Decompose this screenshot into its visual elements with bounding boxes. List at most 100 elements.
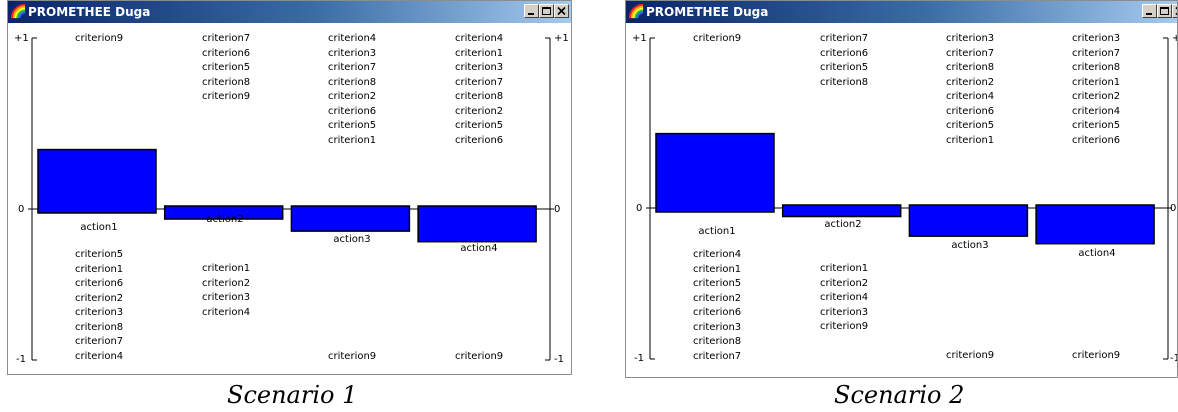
action-label: action4 xyxy=(1078,248,1116,259)
criterion-label: criterion1 xyxy=(946,134,995,146)
chart-area: +1 0 -1 +1 0 -1 criterion9 criterion7 cr… xyxy=(626,23,1177,377)
bottom-criteria-action3: criterion9 xyxy=(328,350,376,365)
axis-label-minus1-left: -1 xyxy=(16,354,26,365)
criterion-label: criterion9 xyxy=(328,351,377,362)
criterion-label: criterion6 xyxy=(202,47,251,59)
criterion-label: criterion6 xyxy=(75,278,124,289)
criterion-label: criterion8 xyxy=(328,76,377,88)
criterion-label: criterion3 xyxy=(75,307,124,318)
bar-action3 xyxy=(290,205,411,232)
criterion-label: criterion9 xyxy=(946,350,995,361)
criterion-label: criterion5 xyxy=(202,62,251,73)
criterion-label: criterion7 xyxy=(455,76,504,88)
bar-action4 xyxy=(1035,204,1155,245)
criterion-label: criterion1 xyxy=(202,263,251,274)
criterion-label: criterion9 xyxy=(693,33,742,44)
criterion-label: criterion5 xyxy=(820,62,869,73)
close-icon xyxy=(1175,6,1177,16)
criterion-label: criterion2 xyxy=(1072,91,1121,102)
close-button[interactable] xyxy=(554,4,569,18)
bottom-criteria-action4: criterion9 xyxy=(1072,349,1120,364)
maximize-button[interactable] xyxy=(1157,4,1172,18)
criterion-label: criterion6 xyxy=(946,105,995,117)
criterion-label: criterion7 xyxy=(693,350,742,362)
top-criteria-action3: criterion3 criterion7 criterion8 criteri… xyxy=(946,32,994,148)
action-label: action2 xyxy=(206,214,244,225)
title-bar[interactable]: PROMETHEE Duga xyxy=(8,1,571,23)
criterion-label: criterion7 xyxy=(1072,47,1121,59)
criterion-label: criterion7 xyxy=(75,336,124,347)
maximize-icon xyxy=(542,7,551,15)
caption-scenario-2: Scenario 2 xyxy=(834,381,965,409)
criterion-label: criterion7 xyxy=(946,47,995,59)
bottom-criteria-action4: criterion9 xyxy=(455,350,503,365)
action-label: action3 xyxy=(333,234,371,245)
criterion-label: criterion8 xyxy=(946,62,995,73)
criterion-label: criterion5 xyxy=(693,278,742,289)
minimize-button[interactable] xyxy=(524,4,539,18)
criterion-label: criterion8 xyxy=(455,91,504,102)
window-scenario-2: PROMETHEE Duga +1 0 -1 +1 0 -1 criterion… xyxy=(625,0,1178,378)
criterion-label: criterion4 xyxy=(75,350,124,362)
top-criteria-action4: criterion4 criterion1 criterion3 criteri… xyxy=(455,32,503,148)
title-bar[interactable]: PROMETHEE Duga xyxy=(626,1,1177,23)
bottom-criteria-action2: criterion1 criterion2 criterion3 criteri… xyxy=(202,262,250,320)
criterion-label: criterion6 xyxy=(1072,134,1121,146)
axis-label-zero-left: 0 xyxy=(636,203,643,214)
caption-scenario-1: Scenario 1 xyxy=(227,381,358,409)
minimize-icon xyxy=(1146,13,1152,15)
maximize-icon xyxy=(1160,7,1169,15)
criterion-label: criterion6 xyxy=(328,105,377,117)
criterion-label: criterion6 xyxy=(455,134,504,146)
criterion-label: criterion5 xyxy=(75,249,124,260)
top-criteria-action4: criterion3 criterion7 criterion8 criteri… xyxy=(1072,32,1120,148)
chart-area: +1 0 -1 +1 0 -1 criterion9 criterion7 cr… xyxy=(8,23,571,374)
criterion-label: criterion7 xyxy=(328,62,377,73)
criterion-label: criterion7 xyxy=(820,33,869,44)
criterion-label: criterion9 xyxy=(1072,350,1121,361)
criterion-label: criterion3 xyxy=(820,306,869,318)
criterion-label: criterion8 xyxy=(202,76,251,88)
criterion-label: criterion4 xyxy=(1072,105,1121,117)
criterion-label: criterion3 xyxy=(328,47,377,59)
criterion-label: criterion8 xyxy=(820,76,869,88)
axis-label-plus1-right: +1 xyxy=(1172,33,1177,45)
criterion-label: criterion4 xyxy=(202,306,251,318)
axis-label-zero-left: 0 xyxy=(18,204,25,215)
window-title: PROMETHEE Duga xyxy=(28,5,151,19)
top-criteria-action2: criterion7 criterion6 criterion5 criteri… xyxy=(202,32,250,105)
criterion-label: criterion9 xyxy=(202,91,251,102)
bar-action3 xyxy=(908,204,1029,237)
bottom-criteria-action3: criterion9 xyxy=(946,349,994,364)
top-criteria-action1: criterion9 xyxy=(693,32,741,47)
criterion-label: criterion3 xyxy=(1072,33,1121,44)
criterion-label: criterion6 xyxy=(693,307,742,318)
action-label: action3 xyxy=(951,240,989,251)
bottom-criteria-action1: criterion4 criterion1 criterion5 criteri… xyxy=(693,248,741,364)
criterion-label: criterion2 xyxy=(946,76,995,88)
action-label: action4 xyxy=(460,243,498,254)
axis-label-minus1-left: -1 xyxy=(634,353,644,364)
criterion-label: criterion3 xyxy=(946,33,995,44)
action-label: action1 xyxy=(698,226,736,237)
criterion-label: criterion5 xyxy=(946,120,995,131)
criterion-label: criterion3 xyxy=(202,292,251,303)
criterion-label: criterion2 xyxy=(75,292,124,304)
top-criteria-action1: criterion9 xyxy=(75,32,123,47)
criterion-label: criterion9 xyxy=(455,351,504,362)
criterion-label: criterion6 xyxy=(820,47,869,59)
criterion-label: criterion9 xyxy=(75,33,124,44)
bar-action2 xyxy=(781,204,902,218)
criterion-label: criterion4 xyxy=(455,33,504,44)
criterion-label: criterion1 xyxy=(820,263,869,274)
bar-action1 xyxy=(655,132,775,213)
criterion-label: criterion4 xyxy=(328,33,377,44)
criterion-label: criterion8 xyxy=(1072,62,1121,73)
criterion-label: criterion1 xyxy=(328,134,377,146)
maximize-button[interactable] xyxy=(539,4,554,18)
axis-label-zero-right: 0 xyxy=(1170,203,1177,214)
close-button[interactable] xyxy=(1172,4,1177,18)
minimize-button[interactable] xyxy=(1142,4,1157,18)
criterion-label: criterion8 xyxy=(75,321,124,333)
criterion-label: criterion2 xyxy=(455,105,504,117)
